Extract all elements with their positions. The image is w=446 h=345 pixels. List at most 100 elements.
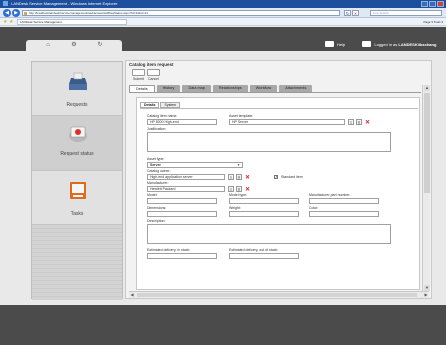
help-icon[interactable]: [325, 41, 334, 47]
tab-details[interactable]: Details: [129, 85, 155, 92]
est-delivery-out-stock-label: Estimated delivery, out of stock:: [229, 248, 279, 252]
main-panel: Catalog item request Submit Cancel Detai…: [125, 60, 432, 299]
delete-icon[interactable]: ✕: [244, 174, 250, 181]
asset-type-dropdown[interactable]: Server ▼: [147, 162, 243, 168]
scroll-right-icon[interactable]: ▶: [423, 292, 429, 298]
dimensions-field[interactable]: [147, 211, 217, 217]
catalog-owner-label: Catalog owner:: [147, 169, 171, 173]
justification-label: Justification:: [147, 127, 167, 131]
tab-workflow[interactable]: Workflow: [249, 85, 278, 92]
address-text: http://localhost/landesk/servicemanageme…: [29, 11, 149, 15]
details-form: Details System Catalog item name: HP 800…: [136, 97, 420, 290]
standard-item-checkbox[interactable]: ✓: [274, 175, 278, 179]
favorites-bar: ★ ★ LANDesk Service Management Page ▾ To…: [0, 18, 446, 26]
app-footer: [0, 300, 446, 345]
model-field[interactable]: [147, 198, 217, 204]
description-label: Description:: [147, 219, 166, 223]
refresh-icon[interactable]: ↻: [344, 10, 351, 16]
sidebar-filler: [32, 225, 122, 300]
dimensions-label: Dimensions:: [147, 206, 167, 210]
request-status-icon: [69, 126, 87, 142]
home-icon[interactable]: ⌂: [40, 42, 56, 49]
manufacturer-part-label: Manufacturer part number:: [309, 193, 351, 197]
sidebar-item-tasks[interactable]: Tasks: [32, 171, 122, 225]
window-controls: [421, 1, 444, 7]
username: LANDESK\lbschang: [398, 42, 437, 47]
address-bar[interactable]: http://localhost/landesk/servicemanageme…: [22, 10, 340, 16]
vertical-scrollbar[interactable]: ▲ ▼: [422, 85, 430, 291]
horizontal-scrollbar[interactable]: ◀ ▶: [129, 291, 429, 298]
refresh-app-icon[interactable]: ↻: [92, 42, 108, 49]
scroll-up-icon[interactable]: ▲: [424, 85, 430, 91]
close-window-button[interactable]: [437, 1, 444, 7]
footer-edge: [0, 300, 446, 305]
catalog-owner-field[interactable]: High-end application server: [147, 174, 225, 180]
manufacturer-field[interactable]: Hewlett Packard: [147, 186, 225, 192]
delete-icon[interactable]: ✕: [364, 119, 370, 126]
maximize-button[interactable]: [429, 1, 436, 7]
sidebar-item-label: Requests: [66, 102, 88, 108]
home-tab-strip: ⌂ ⚙ ↻: [26, 40, 122, 51]
sidebar-item-label: Tasks: [70, 211, 84, 217]
weight-label: Weight:: [229, 206, 241, 210]
back-button[interactable]: ◀: [3, 9, 11, 17]
scroll-thumb[interactable]: [424, 93, 430, 193]
delete-icon[interactable]: ✕: [244, 186, 250, 193]
manufacturer-label: Manufacturer:: [147, 181, 169, 185]
cancel-label: Cancel: [148, 77, 159, 81]
justification-field[interactable]: [147, 132, 391, 152]
left-sidebar: Requests Request status Tasks: [31, 61, 123, 300]
search-icon[interactable]: ⚲: [236, 174, 242, 180]
model-label: Model:: [147, 193, 158, 197]
search-icon[interactable]: ⚲: [236, 186, 242, 192]
page-title: Catalog item request: [129, 62, 174, 67]
favorites-star-icon[interactable]: ★: [3, 19, 7, 25]
est-delivery-in-stock-field[interactable]: [147, 253, 217, 259]
submit-label: Submit: [133, 77, 144, 81]
list-icon[interactable]: ≡: [228, 186, 234, 192]
chevron-down-icon: ▼: [237, 163, 240, 167]
browser-tab[interactable]: LANDesk Service Management: [17, 19, 127, 25]
subtab-divider: [140, 108, 418, 109]
color-field[interactable]: [309, 211, 379, 217]
tab-attachments[interactable]: Attachments: [279, 85, 313, 92]
tab-data-map[interactable]: Data map: [182, 85, 211, 92]
scroll-left-icon[interactable]: ◀: [129, 292, 135, 298]
description-field[interactable]: [147, 224, 391, 244]
tab-history[interactable]: History: [156, 85, 181, 92]
sidebar-item-label: Request status: [60, 151, 94, 157]
list-icon[interactable]: ≡: [228, 174, 234, 180]
asset-template-field[interactable]: HP Server: [229, 119, 345, 125]
sidebar-item-requests[interactable]: Requests: [32, 62, 122, 116]
search-icon[interactable]: ⚲: [356, 119, 362, 125]
tab-bar: Details History Data map Relationships W…: [129, 85, 313, 92]
forward-button[interactable]: ▶: [12, 9, 20, 17]
model-type-label: Model type:: [229, 193, 248, 197]
add-favorites-icon[interactable]: ★: [9, 19, 13, 25]
weight-field[interactable]: [229, 211, 299, 217]
est-delivery-in-stock-label: Estimated delivery, in stock:: [147, 248, 191, 252]
live-search-input[interactable]: Live Search: [370, 10, 442, 16]
est-delivery-out-stock-field[interactable]: [229, 253, 299, 259]
cancel-button[interactable]: [147, 69, 160, 76]
submit-button[interactable]: [132, 69, 145, 76]
list-icon[interactable]: ≡: [348, 119, 354, 125]
logged-in-prefix: Logged in as: [374, 42, 398, 47]
manufacturer-part-field[interactable]: [309, 198, 379, 204]
asset-type-label: Asset type:: [147, 157, 165, 161]
tab-relationships[interactable]: Relationships: [212, 85, 248, 92]
help-link[interactable]: Help: [337, 42, 345, 47]
user-icon: [362, 41, 372, 47]
scroll-thumb[interactable]: [137, 293, 417, 297]
browser-toolbar-right[interactable]: Page ▾ Tools ▾: [424, 19, 443, 25]
model-type-field[interactable]: [229, 198, 299, 204]
stop-icon[interactable]: ✕: [352, 10, 359, 16]
minimize-button[interactable]: [421, 1, 428, 7]
standard-item-label: Standard item: [281, 175, 303, 179]
sidebar-item-request-status[interactable]: Request status: [32, 116, 122, 171]
browser-nav-bar: ◀ ▶ http://localhost/landesk/servicemana…: [0, 8, 446, 18]
asset-type-value: Server: [150, 163, 161, 167]
settings-icon[interactable]: ⚙: [66, 42, 82, 49]
inbox-icon: [69, 72, 87, 90]
catalog-item-name-field[interactable]: HP 8000 High-end: [147, 119, 217, 125]
